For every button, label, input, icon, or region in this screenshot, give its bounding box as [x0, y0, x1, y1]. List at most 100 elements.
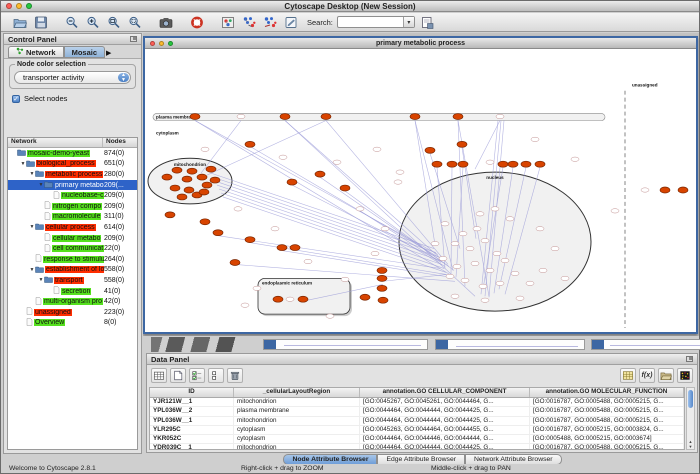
- background-window-fragment[interactable]: [263, 339, 428, 350]
- tree-item-metabolic-process[interactable]: ▼metabolic process280(0): [8, 169, 137, 180]
- selected-gene-node[interactable]: [298, 296, 308, 302]
- select-attributes-icon[interactable]: [189, 368, 205, 383]
- table-scrollbar[interactable]: ▲▼: [686, 387, 695, 450]
- heatmap-icon[interactable]: [677, 368, 693, 383]
- table-row[interactable]: YPL036W__2plasma membrane[GO:0044464, GO…: [150, 407, 684, 416]
- zoom-selected-icon[interactable]: [126, 15, 143, 30]
- tree-item-secretion[interactable]: secretion41(0): [8, 286, 137, 297]
- selected-gene-node[interactable]: [458, 161, 468, 167]
- selected-gene-node[interactable]: [377, 275, 387, 281]
- column-header[interactable]: annotation.GO CELLULAR_COMPONENT: [360, 388, 530, 397]
- tree-item-cell-communicat[interactable]: cell communicat22(0): [8, 243, 137, 254]
- selected-gene-node[interactable]: [230, 260, 240, 266]
- tree-item-unassigned[interactable]: unassigned223(0): [8, 307, 137, 318]
- tree-item-cellular-metabo[interactable]: cellular metabo209(0): [8, 233, 137, 244]
- search-dropdown-icon[interactable]: ▾: [403, 17, 414, 27]
- tree-item-primary-metabo[interactable]: ▼primary metabo209(...: [8, 180, 137, 191]
- selected-gene-node[interactable]: [245, 237, 255, 243]
- selected-gene-node[interactable]: [290, 245, 300, 251]
- gene-node[interactable]: [371, 251, 379, 255]
- tree-item-biological-process[interactable]: ▼biological_process651(0): [8, 159, 137, 170]
- float-panel-icon[interactable]: [130, 36, 137, 42]
- tab-network[interactable]: Network: [8, 46, 64, 58]
- create-view-icon[interactable]: [240, 15, 257, 30]
- selected-gene-node[interactable]: [521, 161, 531, 167]
- gene-node[interactable]: [451, 241, 459, 245]
- import-attributes-icon[interactable]: [620, 368, 636, 383]
- gene-node[interactable]: [473, 227, 481, 231]
- table-row[interactable]: YLR295Ccytoplasm[GO:0045263, GO:0044464,…: [150, 426, 684, 435]
- column-header[interactable]: _cellularLayoutRegion: [234, 388, 360, 397]
- gene-node[interactable]: [304, 259, 312, 263]
- selected-gene-node[interactable]: [200, 219, 210, 225]
- network-view-window[interactable]: primary metabolic process plasma membran…: [143, 36, 698, 334]
- background-window-fragment[interactable]: [591, 339, 700, 350]
- selected-gene-node[interactable]: [165, 212, 175, 218]
- selected-gene-node[interactable]: [210, 177, 220, 183]
- selected-gene-node[interactable]: [162, 174, 172, 180]
- gene-node[interactable]: [381, 227, 389, 231]
- gene-node[interactable]: [511, 271, 519, 275]
- open-attribute-file-icon[interactable]: [658, 368, 674, 383]
- selected-gene-node[interactable]: [182, 176, 192, 182]
- gene-node[interactable]: [201, 147, 209, 151]
- tree-item-mosaic-demo-yeast[interactable]: mosaic-demo-yeast874(0): [8, 148, 137, 159]
- gene-node[interactable]: [486, 160, 494, 164]
- selected-gene-node[interactable]: [425, 147, 435, 153]
- gene-node[interactable]: [481, 238, 489, 242]
- network-canvas[interactable]: plasma membranecytoplasmmitochondrionnuc…: [145, 50, 696, 332]
- gene-node[interactable]: [271, 227, 279, 231]
- gene-node[interactable]: [237, 114, 245, 118]
- attribute-table[interactable]: ID_cellularLayoutRegionannotation.GO CEL…: [149, 387, 685, 450]
- gene-node[interactable]: [506, 217, 514, 221]
- select-nodes-checkbox[interactable]: ✓: [12, 95, 20, 103]
- selected-gene-node[interactable]: [535, 161, 545, 167]
- gene-node[interactable]: [441, 222, 449, 226]
- column-header[interactable]: annotation.GO MOLECULAR_FUNCTION: [530, 388, 684, 397]
- zoom-in-icon[interactable]: [84, 15, 101, 30]
- selected-gene-node[interactable]: [321, 114, 331, 120]
- selected-gene-node[interactable]: [277, 245, 287, 251]
- gene-node[interactable]: [571, 157, 579, 161]
- gene-node[interactable]: [476, 212, 484, 216]
- gene-node[interactable]: [466, 246, 474, 250]
- scrollbar-thumb[interactable]: [688, 390, 693, 408]
- color-attribute-select[interactable]: transporter activity ▲▼: [14, 71, 131, 84]
- selected-gene-node[interactable]: [245, 141, 255, 147]
- snapshot-camera-icon[interactable]: [157, 15, 174, 30]
- gene-node[interactable]: [279, 155, 287, 159]
- tree-item-response-to-stimulu[interactable]: response to stimulu264(0): [8, 254, 137, 265]
- save-session-icon[interactable]: [32, 15, 49, 30]
- gene-node[interactable]: [481, 298, 489, 302]
- selected-gene-node[interactable]: [457, 141, 467, 147]
- gene-node[interactable]: [341, 277, 349, 281]
- gene-node[interactable]: [471, 261, 479, 265]
- selected-gene-node[interactable]: [453, 114, 463, 120]
- gene-node[interactable]: [234, 207, 242, 211]
- gene-node[interactable]: [451, 294, 459, 298]
- gene-node[interactable]: [286, 297, 294, 301]
- selected-gene-node[interactable]: [273, 296, 283, 302]
- selected-gene-node[interactable]: [508, 161, 518, 167]
- gene-node[interactable]: [431, 241, 439, 245]
- gene-node[interactable]: [496, 114, 504, 118]
- gene-node[interactable]: [453, 264, 461, 268]
- tree-item-transport[interactable]: ▼transport558(0): [8, 275, 137, 286]
- unselect-attributes-icon[interactable]: [208, 368, 224, 383]
- gene-node[interactable]: [461, 278, 469, 282]
- gene-node[interactable]: [516, 296, 524, 300]
- zoom-fit-icon[interactable]: [105, 15, 122, 30]
- table-row[interactable]: YKR052Ccytoplasm[GO:0044464, GO:0044446,…: [150, 435, 684, 444]
- selected-gene-node[interactable]: [170, 185, 180, 191]
- tree-item-multi-organism-pro[interactable]: multi-organism pro42(0): [8, 296, 137, 307]
- gene-node[interactable]: [394, 180, 402, 184]
- gene-node[interactable]: [373, 147, 381, 151]
- zoom-out-icon[interactable]: [63, 15, 80, 30]
- tree-item-cellular-process[interactable]: ▼cellular process614(0): [8, 222, 137, 233]
- table-row[interactable]: YPL036W__1mitochondrion[GO:0044464, GO:0…: [150, 417, 684, 426]
- gene-node[interactable]: [641, 188, 649, 192]
- selected-gene-node[interactable]: [199, 189, 209, 195]
- gene-node[interactable]: [459, 232, 467, 236]
- table-row[interactable]: YDR039C__1mitochondrion[GO:0044464, GO:0…: [150, 444, 684, 450]
- gene-node[interactable]: [536, 227, 544, 231]
